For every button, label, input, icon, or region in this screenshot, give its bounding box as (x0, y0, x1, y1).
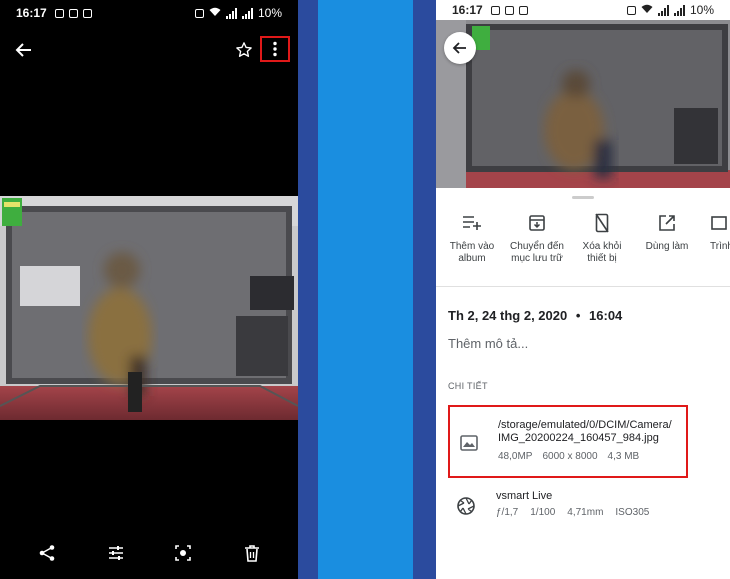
message-icon (68, 8, 78, 18)
signal-icon (657, 4, 669, 16)
signal-icon (225, 7, 237, 19)
action-label: Xóa khỏi (582, 241, 622, 252)
archive-icon (526, 212, 548, 234)
action-label: Trình (710, 241, 730, 252)
camera-aperture-icon (456, 496, 476, 516)
photo-viewer-screen: 16:17 10% (0, 0, 298, 579)
share-icon[interactable] (32, 538, 62, 568)
vibrate-icon (626, 5, 636, 15)
delete-from-device-button[interactable]: Xóa khỏi thiết bị (570, 212, 634, 265)
action-row: Thêm vào album Chuyển đến mục lưu trữ Xó… (436, 212, 730, 276)
action-label: mục lưu trữ (511, 253, 563, 264)
camera-aperture: ƒ/1,7 (496, 507, 519, 518)
status-system-icons: 10% (194, 6, 282, 20)
slideshow-icon (708, 212, 730, 234)
action-label: thiết bị (587, 253, 617, 264)
lens-icon[interactable] (168, 538, 198, 568)
camera-focal-length: 4,71mm (567, 507, 604, 518)
photo-date: Th 2, 24 thg 2, 2020 (448, 308, 568, 323)
sim-icon (490, 5, 500, 15)
archive-button[interactable]: Chuyển đến mục lưu trữ (505, 212, 569, 265)
file-path: /storage/emulated/0/DCIM/Camera/ IMG_202… (498, 419, 688, 445)
photo-info-screen: 16:17 10% Thêm vào album Chuyển đến mục … (436, 0, 730, 579)
viewer-top-bar (0, 36, 298, 64)
section-divider (436, 286, 730, 287)
status-notification-icons (490, 5, 528, 15)
sheet-drag-handle[interactable] (572, 196, 594, 199)
signal-2-icon (241, 7, 253, 19)
photo-image (436, 20, 730, 188)
car-icon (82, 8, 92, 18)
open-in-icon (656, 212, 678, 234)
action-label: Dùng làm (645, 241, 689, 252)
separator-left (298, 0, 318, 579)
separator-middle (318, 0, 413, 579)
message-icon (504, 5, 514, 15)
file-megapixels: 48,0MP (498, 451, 533, 462)
status-bar: 16:17 10% (0, 0, 298, 26)
action-label: Chuyển đến (510, 241, 564, 252)
file-details-row: /storage/emulated/0/DCIM/Camera/ IMG_202… (448, 405, 688, 478)
file-meta: 48,0MP 6000 x 8000 4,3 MB (498, 451, 639, 462)
status-time: 16:17 (452, 3, 483, 17)
vibrate-icon (194, 8, 204, 18)
sim-icon (54, 8, 64, 18)
back-arrow-icon (452, 42, 466, 54)
status-notification-icons (54, 8, 92, 18)
status-system-icons: 10% (626, 3, 714, 17)
playlist-add-icon (461, 212, 483, 234)
signal-2-icon (673, 4, 685, 16)
file-path-directory: /storage/emulated/0/DCIM/Camera/ (498, 419, 672, 431)
camera-iso: ISO305 (615, 507, 650, 518)
more-options-icon[interactable] (260, 36, 290, 62)
wifi-icon (641, 3, 653, 17)
status-bar: 16:17 10% (436, 0, 730, 20)
image-icon (460, 435, 478, 451)
file-name: IMG_20200224_160457_984.jpg (498, 432, 659, 444)
delete-icon[interactable] (237, 538, 267, 568)
delete-from-device-icon (591, 212, 613, 234)
camera-meta: ƒ/1,7 1/100 4,71mm ISO305 (496, 507, 649, 518)
info-sheet: Thêm vào album Chuyển đến mục lưu trữ Xó… (436, 188, 730, 579)
file-resolution: 6000 x 8000 (542, 451, 598, 462)
add-to-album-button[interactable]: Thêm vào album (440, 212, 504, 265)
use-as-button[interactable]: Dùng làm (635, 212, 699, 253)
back-arrow-icon[interactable] (12, 36, 36, 64)
favorite-star-icon[interactable] (232, 36, 256, 64)
date-separator: • (575, 308, 581, 323)
file-size: 4,3 MB (607, 451, 640, 462)
status-battery: 10% (257, 6, 282, 20)
action-label: Thêm vào (449, 241, 495, 252)
photo-time: 16:04 (589, 308, 623, 323)
status-time: 16:17 (16, 6, 47, 20)
details-heading: CHI TIẾT (448, 381, 488, 391)
slideshow-button[interactable]: Trình (694, 212, 730, 253)
camera-shutter: 1/100 (530, 507, 556, 518)
photo-image (0, 196, 298, 420)
viewer-bottom-bar (0, 538, 298, 568)
back-button[interactable] (444, 32, 476, 64)
description-input[interactable]: Thêm mô tả... (448, 336, 528, 351)
status-battery: 10% (689, 3, 714, 17)
action-label: album (458, 253, 486, 264)
date-time-row[interactable]: Th 2, 24 thg 2, 2020 • 16:04 (448, 308, 622, 323)
edit-icon[interactable] (101, 538, 131, 568)
wifi-icon (209, 6, 221, 20)
car-icon (518, 5, 528, 15)
separator-right (413, 0, 436, 579)
camera-model: vsmart Live (496, 490, 553, 502)
